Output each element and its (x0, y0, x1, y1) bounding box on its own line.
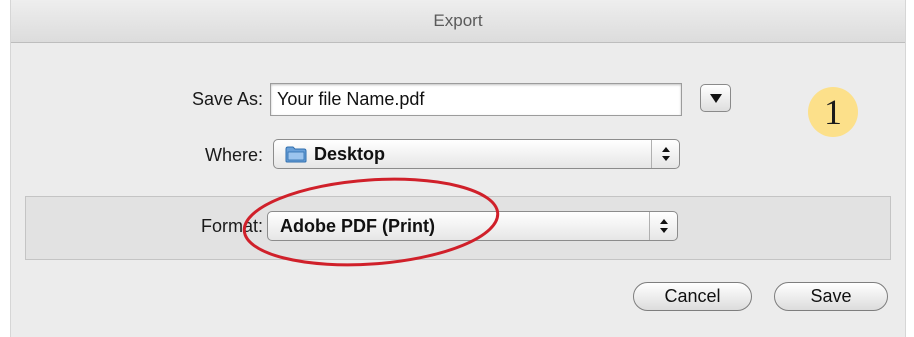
save-button[interactable]: Save (774, 282, 888, 311)
where-label: Where: (204, 145, 263, 165)
folder-icon (285, 146, 307, 163)
cancel-button[interactable]: Cancel (633, 282, 752, 311)
popup-arrows-icon (652, 140, 679, 168)
where-selected: Desktop (314, 144, 386, 164)
where-popup[interactable]: Desktop (273, 139, 680, 169)
format-label: Format: (200, 216, 263, 236)
filename-input[interactable]: Your file Name.pdf (270, 83, 682, 116)
triangle-down-icon (709, 93, 722, 103)
export-dialog: Export Save As: Your file Name.pdf Where… (10, 0, 906, 337)
format-selected: Adobe PDF (Print) (280, 216, 435, 236)
window-title: Export (11, 0, 905, 43)
step-number-badge: 1 (808, 87, 858, 137)
save-as-label: Save As: (191, 89, 263, 109)
expand-dialog-button[interactable] (700, 84, 731, 112)
popup-arrows-icon (650, 212, 677, 240)
format-popup[interactable]: Adobe PDF (Print) (267, 211, 678, 241)
